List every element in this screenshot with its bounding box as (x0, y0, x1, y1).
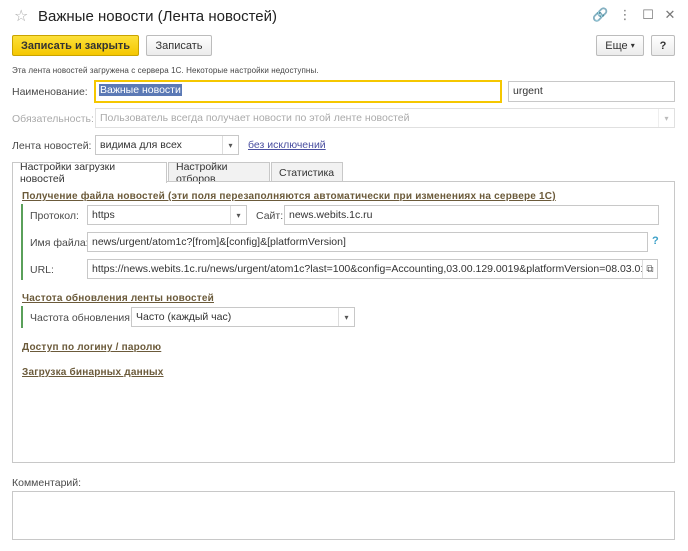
section-bar (21, 306, 23, 328)
window-title: Важные новости (Лента новостей) (38, 8, 278, 25)
tab-filter-settings[interactable]: Настройки отборов (168, 161, 270, 185)
url-input[interactable]: https://news.webits.1c.ru/news/urgent/at… (87, 259, 658, 279)
feed-visibility-select[interactable]: видима для всех ▾ (95, 135, 239, 155)
dropdown-arrow-icon[interactable]: ▾ (338, 308, 354, 326)
name-value: Важные новости (99, 84, 182, 96)
protocol-value: https (92, 209, 115, 221)
dropdown-arrow-icon[interactable]: ▾ (222, 136, 238, 154)
section-bar (21, 204, 23, 280)
download-section-title[interactable]: Получение файла новостей (эти поля перез… (22, 191, 556, 202)
favorite-star-icon[interactable]: ☆ (14, 6, 28, 26)
auth-section-title[interactable]: Доступ по логину / паролю (22, 342, 161, 353)
mandatory-value: Пользователь всегда получает новости по … (100, 112, 410, 124)
feed-visibility-value: видима для всех (100, 139, 182, 151)
name-input[interactable]: Важные новости (94, 80, 502, 103)
help-question-icon[interactable]: ? (652, 235, 659, 247)
copy-icon[interactable]: ⧉ (642, 260, 657, 278)
file-name-label: Имя файла: (30, 237, 89, 249)
save-and-close-button[interactable]: Записать и закрыть (12, 35, 139, 56)
site-label: Сайт: (256, 210, 284, 222)
link-icon[interactable]: 🔗 (592, 7, 608, 23)
comment-label: Комментарий: (12, 477, 82, 489)
info-note: Эта лента новостей загружена с сервера 1… (12, 66, 319, 75)
file-name-input[interactable]: news/urgent/atom1c?[from]&[config]&[plat… (87, 232, 648, 252)
url-value: https://news.webits.1c.ru/news/urgent/at… (92, 263, 653, 275)
mandatory-label: Обязательность: (12, 113, 94, 125)
code-input[interactable]: urgent (508, 81, 675, 102)
site-input[interactable]: news.webits.1c.ru (284, 205, 659, 225)
close-icon[interactable]: ✕ (662, 7, 678, 23)
more-label: Еще (605, 39, 628, 52)
frequency-value: Часто (каждый час) (136, 311, 232, 323)
dropdown-arrow-icon[interactable]: ▾ (230, 206, 246, 224)
more-vert-icon[interactable]: ⋮ (617, 7, 633, 23)
frequency-select[interactable]: Часто (каждый час) ▾ (131, 307, 355, 327)
binary-section-title[interactable]: Загрузка бинарных данных (22, 367, 164, 378)
more-button[interactable]: Еще ▾ (596, 35, 644, 56)
dropdown-arrow-icon: ▾ (658, 109, 674, 127)
protocol-label: Протокол: (30, 210, 79, 222)
comment-textarea[interactable] (12, 491, 675, 540)
frequency-label: Частота обновления: (30, 312, 133, 324)
maximize-icon[interactable]: ☐ (640, 7, 656, 23)
protocol-select[interactable]: https ▾ (87, 205, 247, 225)
chevron-down-icon: ▾ (630, 41, 635, 50)
help-button[interactable]: ? (651, 35, 675, 56)
url-label: URL: (30, 264, 54, 276)
save-button[interactable]: Записать (146, 35, 212, 56)
name-label: Наименование: (12, 86, 88, 98)
exceptions-link[interactable]: без исключений (248, 139, 326, 151)
tab-statistics[interactable]: Статистика (271, 162, 343, 182)
frequency-section-title[interactable]: Частота обновления ленты новостей (22, 293, 214, 304)
feed-label: Лента новостей: (12, 140, 92, 152)
tab-download-settings[interactable]: Настройки загрузки новостей (12, 161, 167, 185)
mandatory-select: Пользователь всегда получает новости по … (95, 108, 675, 128)
